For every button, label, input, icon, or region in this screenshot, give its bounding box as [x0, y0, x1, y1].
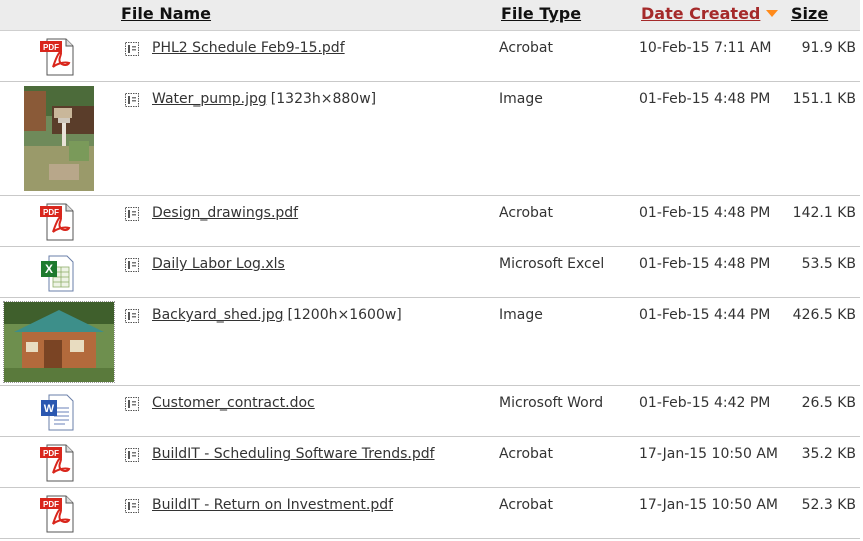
- file-link[interactable]: BuildIT - Return on Investment.pdf: [152, 497, 393, 513]
- file-name: Design_drawings.pdf: [152, 205, 302, 221]
- file-name: BuildIT - Return on Investment.pdf: [152, 497, 397, 513]
- file-name: Customer_contract.doc: [152, 395, 319, 411]
- file-link[interactable]: Backyard_shed.jpg: [152, 307, 284, 323]
- file-size: 53.5 KB: [801, 256, 856, 272]
- file-link[interactable]: Design_drawings.pdf: [152, 205, 298, 221]
- file-type: Microsoft Word: [499, 395, 604, 411]
- file-thumbnail[interactable]: PDF: [0, 437, 118, 483]
- file-thumbnail[interactable]: PDF: [0, 488, 118, 534]
- file-thumbnail[interactable]: [0, 298, 118, 383]
- column-header-file-name[interactable]: File Name: [121, 4, 211, 23]
- table-header: File Name File Type Date Created Size: [0, 0, 860, 31]
- svg-text:X: X: [45, 262, 53, 276]
- date-created: 01-Feb-15 4:48 PM: [639, 205, 771, 221]
- date-created: 17-Jan-15 10:50 AM: [639, 446, 778, 462]
- file-properties-icon[interactable]: [124, 92, 140, 108]
- file-link[interactable]: Customer_contract.doc: [152, 395, 315, 411]
- image-dimensions: [1200h×1600w]: [287, 307, 402, 323]
- file-thumbnail[interactable]: PDF: [0, 196, 118, 242]
- svg-text:PDF: PDF: [43, 449, 59, 458]
- date-created: 01-Feb-15 4:42 PM: [639, 395, 771, 411]
- date-created: 17-Jan-15 10:50 AM: [639, 497, 778, 513]
- table-row: Backyard_shed.jpg [1200h×1600w] Image 01-…: [0, 298, 860, 386]
- file-type: Acrobat: [499, 446, 553, 462]
- water-pump-thumbnail[interactable]: [24, 86, 94, 191]
- file-link[interactable]: Water_pump.jpg: [152, 91, 267, 107]
- file-list-table: File Name File Type Date Created Size PD…: [0, 0, 860, 539]
- backyard-shed-thumbnail[interactable]: [3, 301, 115, 383]
- column-header-file-type[interactable]: File Type: [501, 4, 581, 23]
- file-size: 35.2 KB: [801, 446, 856, 462]
- table-row: PDF PHL2 Schedule Feb9-15.pdf Acrobat 10…: [0, 31, 860, 82]
- file-name: Backyard_shed.jpg [1200h×1600w]: [152, 307, 402, 323]
- file-name: Daily Labor Log.xls: [152, 256, 289, 272]
- file-type: Image: [499, 307, 543, 323]
- file-thumbnail[interactable]: PDF: [0, 31, 118, 77]
- date-created: 10-Feb-15 7:11 AM: [639, 40, 772, 56]
- file-link[interactable]: BuildIT - Scheduling Software Trends.pdf: [152, 446, 435, 462]
- file-size: 91.9 KB: [801, 40, 856, 56]
- file-size: 142.1 KB: [792, 205, 856, 221]
- file-properties-icon[interactable]: [124, 447, 140, 463]
- file-type: Acrobat: [499, 40, 553, 56]
- date-created: 01-Feb-15 4:44 PM: [639, 307, 771, 323]
- file-properties-icon[interactable]: [124, 257, 140, 273]
- file-type: Acrobat: [499, 497, 553, 513]
- file-properties-icon[interactable]: [124, 498, 140, 514]
- file-type: Microsoft Excel: [499, 256, 605, 272]
- table-row: PDF BuildIT - Scheduling Software Trends…: [0, 437, 860, 488]
- file-size: 426.5 KB: [792, 307, 856, 323]
- file-size: 151.1 KB: [792, 91, 856, 107]
- file-type: Acrobat: [499, 205, 553, 221]
- file-name: BuildIT - Scheduling Software Trends.pdf: [152, 446, 439, 462]
- svg-text:W: W: [44, 403, 55, 415]
- file-size: 52.3 KB: [801, 497, 856, 513]
- table-row: X Daily Labor Log.xls Microsoft Excel 01…: [0, 247, 860, 298]
- word-icon[interactable]: W: [39, 392, 79, 432]
- file-thumbnail[interactable]: X: [0, 247, 118, 293]
- file-properties-icon[interactable]: [124, 308, 140, 324]
- file-name: Water_pump.jpg [1323h×880w]: [152, 91, 376, 107]
- table-row: PDF Design_drawings.pdf Acrobat 01-Feb-1…: [0, 196, 860, 247]
- svg-text:PDF: PDF: [43, 43, 59, 52]
- file-name: PHL2 Schedule Feb9-15.pdf: [152, 40, 349, 56]
- sort-descending-icon[interactable]: [766, 10, 778, 17]
- svg-text:PDF: PDF: [43, 208, 59, 217]
- column-header-size[interactable]: Size: [791, 4, 828, 23]
- file-properties-icon[interactable]: [124, 41, 140, 57]
- image-dimensions: [1323h×880w]: [270, 91, 377, 107]
- pdf-icon[interactable]: PDF: [39, 202, 79, 242]
- date-created: 01-Feb-15 4:48 PM: [639, 256, 771, 272]
- file-properties-icon[interactable]: [124, 396, 140, 412]
- pdf-icon[interactable]: PDF: [39, 37, 79, 77]
- svg-text:PDF: PDF: [43, 500, 59, 509]
- date-created: 01-Feb-15 4:48 PM: [639, 91, 771, 107]
- file-link[interactable]: PHL2 Schedule Feb9-15.pdf: [152, 40, 345, 56]
- column-header-date-created[interactable]: Date Created: [641, 4, 760, 23]
- file-thumbnail[interactable]: [0, 82, 118, 191]
- file-type: Image: [499, 91, 543, 107]
- file-properties-icon[interactable]: [124, 206, 140, 222]
- file-link[interactable]: Daily Labor Log.xls: [152, 256, 285, 272]
- table-row: W Customer_contract.doc Microsoft Word 0…: [0, 386, 860, 437]
- pdf-icon[interactable]: PDF: [39, 494, 79, 534]
- file-thumbnail[interactable]: W: [0, 386, 118, 432]
- pdf-icon[interactable]: PDF: [39, 443, 79, 483]
- table-row: Water_pump.jpg [1323h×880w] Image 01-Feb-…: [0, 82, 860, 196]
- excel-icon[interactable]: X: [39, 253, 79, 293]
- file-size: 26.5 KB: [801, 395, 856, 411]
- table-row: PDF BuildIT - Return on Investment.pdf A…: [0, 488, 860, 539]
